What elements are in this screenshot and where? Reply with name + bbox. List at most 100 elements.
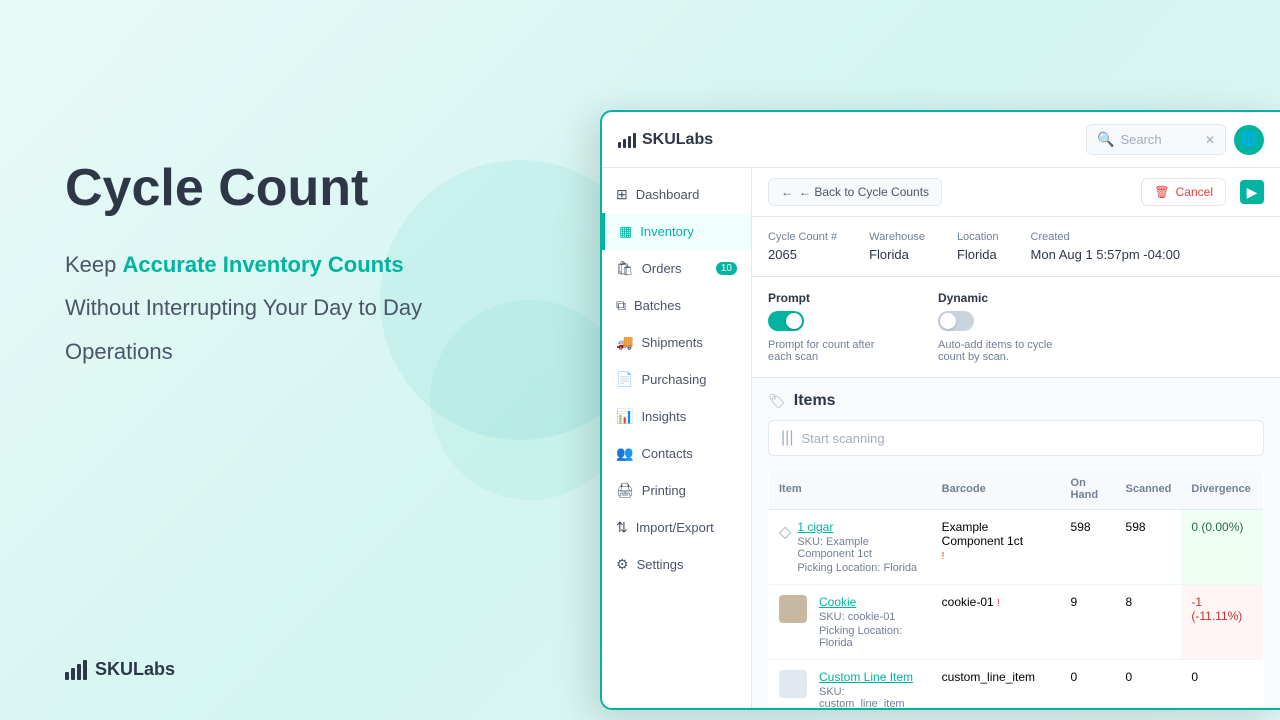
scan-placeholder: Start scanning	[801, 431, 884, 446]
sidebar-item-insights[interactable]: 📊 Insights	[602, 398, 751, 435]
sidebar-item-settings[interactable]: ⚙ Settings	[602, 546, 751, 583]
page-title: Cycle Count	[65, 160, 585, 217]
items-section: 🏷 Items ||| Start scanning Item Barcode …	[752, 378, 1280, 708]
search-icon: 🔍	[1097, 131, 1114, 148]
subtitle-line1: Keep Accurate Inventory Counts	[65, 247, 585, 282]
created-label: Created	[1031, 231, 1181, 243]
divergence-cell: 0 (0.00%)	[1181, 510, 1263, 585]
box-icon: ▦	[619, 223, 632, 240]
subtitle-line2: Without Interrupting Your Day to Day	[65, 290, 585, 325]
barcode-warning-icon: !	[997, 598, 1000, 609]
sidebar-item-label: Purchasing	[641, 372, 706, 387]
back-button-label: ← Back to Cycle Counts	[799, 185, 929, 199]
location-block: Location Florida	[957, 231, 999, 262]
sidebar-item-shipments[interactable]: 🚚 Shipments	[602, 324, 751, 361]
location-value: Florida	[957, 247, 999, 262]
cancel-button[interactable]: 🗑 Cancel	[1141, 178, 1226, 206]
layers-icon: ⧉	[616, 297, 626, 314]
globe-icon[interactable]: 🌐	[1234, 125, 1264, 155]
sidebar-item-label: Printing	[642, 483, 686, 498]
dynamic-toggle-group: Dynamic Auto-add items to cycle count by…	[938, 291, 1068, 363]
sidebar: ⊞ Dashboard ▦ Inventory 🛍 Orders 10 ⧉ Ba…	[602, 168, 752, 708]
item-sku: SKU: cookie-01	[819, 611, 922, 623]
table-row: Custom Line Item SKU: custom_line_item P…	[769, 660, 1264, 709]
sidebar-item-label: Dashboard	[636, 187, 700, 202]
sidebar-item-label: Shipments	[641, 335, 702, 350]
shopping-bag-icon: 🛍	[616, 260, 634, 277]
prompt-label: Prompt	[768, 291, 898, 305]
grid-icon: ⊞	[616, 186, 628, 203]
item-name-link[interactable]: 1 cigar	[797, 520, 921, 534]
app-logo: SKULabs	[618, 131, 713, 149]
sidebar-item-purchasing[interactable]: 📄 Purchasing	[602, 361, 751, 398]
back-arrow-icon: ←	[781, 185, 793, 199]
on-hand-cell: 598	[1061, 510, 1116, 585]
barcode-cell: Example Component 1ct !	[932, 510, 1061, 585]
warehouse-value: Florida	[869, 247, 925, 262]
sidebar-item-inventory[interactable]: ▦ Inventory	[602, 213, 751, 250]
sidebar-item-printing[interactable]: 🖨 Printing	[602, 472, 751, 509]
items-table: Item Barcode On Hand Scanned Divergence	[768, 468, 1264, 708]
item-cell: Cookie SKU: cookie-01 Picking Location: …	[769, 585, 932, 660]
sidebar-item-label: Import/Export	[636, 520, 714, 535]
search-input[interactable]: Search	[1120, 132, 1199, 147]
barcode-warning-icon: !	[942, 551, 945, 562]
item-sku: SKU: custom_line_item	[819, 686, 922, 708]
sidebar-item-batches[interactable]: ⧉ Batches	[602, 287, 751, 324]
back-button[interactable]: ← ← Back to Cycle Counts	[768, 178, 942, 206]
barcode-cell: custom_line_item	[932, 660, 1061, 709]
search-box[interactable]: 🔍 Search ✕	[1086, 124, 1226, 155]
cycle-count-number-value: 2065	[768, 247, 837, 262]
sidebar-item-label: Insights	[641, 409, 686, 424]
cycle-count-number-label: Cycle Count #	[768, 231, 837, 243]
item-name-link[interactable]: Cookie	[819, 595, 922, 609]
sidebar-item-contacts[interactable]: 👥 Contacts	[602, 435, 751, 472]
barcode-cell: cookie-01 !	[932, 585, 1061, 660]
brand-name: SKULabs	[95, 659, 175, 680]
dynamic-toggle[interactable]	[938, 311, 974, 331]
dynamic-desc: Auto-add items to cycle count by scan.	[938, 339, 1068, 363]
clear-search-icon[interactable]: ✕	[1205, 133, 1215, 147]
sidebar-item-label: Batches	[634, 298, 681, 313]
col-header-item: Item	[769, 469, 932, 510]
subtitle-line3: Operations	[65, 334, 585, 369]
item-thumbnail	[779, 670, 807, 698]
sidebar-item-dashboard[interactable]: ⊞ Dashboard	[602, 176, 751, 213]
prompt-toggle[interactable]	[768, 311, 804, 331]
on-hand-cell: 9	[1061, 585, 1116, 660]
warehouse-label: Warehouse	[869, 231, 925, 243]
app-window: SKULabs 🔍 Search ✕ 🌐 ⊞ Dashboard ▦ Inven…	[600, 110, 1280, 710]
truck-icon: 🚚	[616, 334, 633, 351]
col-header-barcode: Barcode	[932, 469, 1061, 510]
app-header: SKULabs 🔍 Search ✕ 🌐	[602, 112, 1280, 168]
bar-chart-icon: 📊	[616, 408, 633, 425]
warehouse-block: Warehouse Florida	[869, 231, 925, 262]
divergence-cell: 0	[1181, 660, 1263, 709]
item-cell: ◇ 1 cigar SKU: Example Component 1ct Pic…	[769, 510, 932, 585]
item-location: Picking Location: Florida	[819, 625, 922, 649]
cycle-count-number-block: Cycle Count # 2065	[768, 231, 837, 262]
item-tag-icon: ◇	[779, 522, 791, 542]
cycle-count-info: Cycle Count # 2065 Warehouse Florida Loc…	[752, 217, 1280, 277]
prompt-desc: Prompt for count after each scan	[768, 339, 898, 363]
divergence-cell: -1 (-11.11%)	[1181, 585, 1263, 660]
item-thumbnail	[779, 595, 807, 623]
settings-icon: ⚙	[616, 556, 629, 573]
app-logo-name: SKULabs	[642, 131, 713, 149]
users-icon: 👥	[616, 445, 633, 462]
on-hand-cell: 0	[1061, 660, 1116, 709]
upload-icon: ⇅	[616, 519, 628, 536]
scanned-cell: 0	[1116, 660, 1182, 709]
location-label: Location	[957, 231, 999, 243]
table-row: ◇ 1 cigar SKU: Example Component 1ct Pic…	[769, 510, 1264, 585]
item-cell: Custom Line Item SKU: custom_line_item P…	[769, 660, 932, 709]
sidebar-item-orders[interactable]: 🛍 Orders 10	[602, 250, 751, 287]
sidebar-item-import-export[interactable]: ⇅ Import/Export	[602, 509, 751, 546]
col-header-scanned: Scanned	[1116, 469, 1182, 510]
printer-icon: 🖨	[616, 482, 634, 499]
cancel-button-label: Cancel	[1176, 185, 1213, 199]
item-name-link[interactable]: Custom Line Item	[819, 670, 922, 684]
action-button[interactable]: ▶	[1240, 180, 1264, 204]
scan-input[interactable]: ||| Start scanning	[768, 420, 1264, 456]
toggle-section: Prompt Prompt for count after each scan …	[752, 277, 1280, 378]
